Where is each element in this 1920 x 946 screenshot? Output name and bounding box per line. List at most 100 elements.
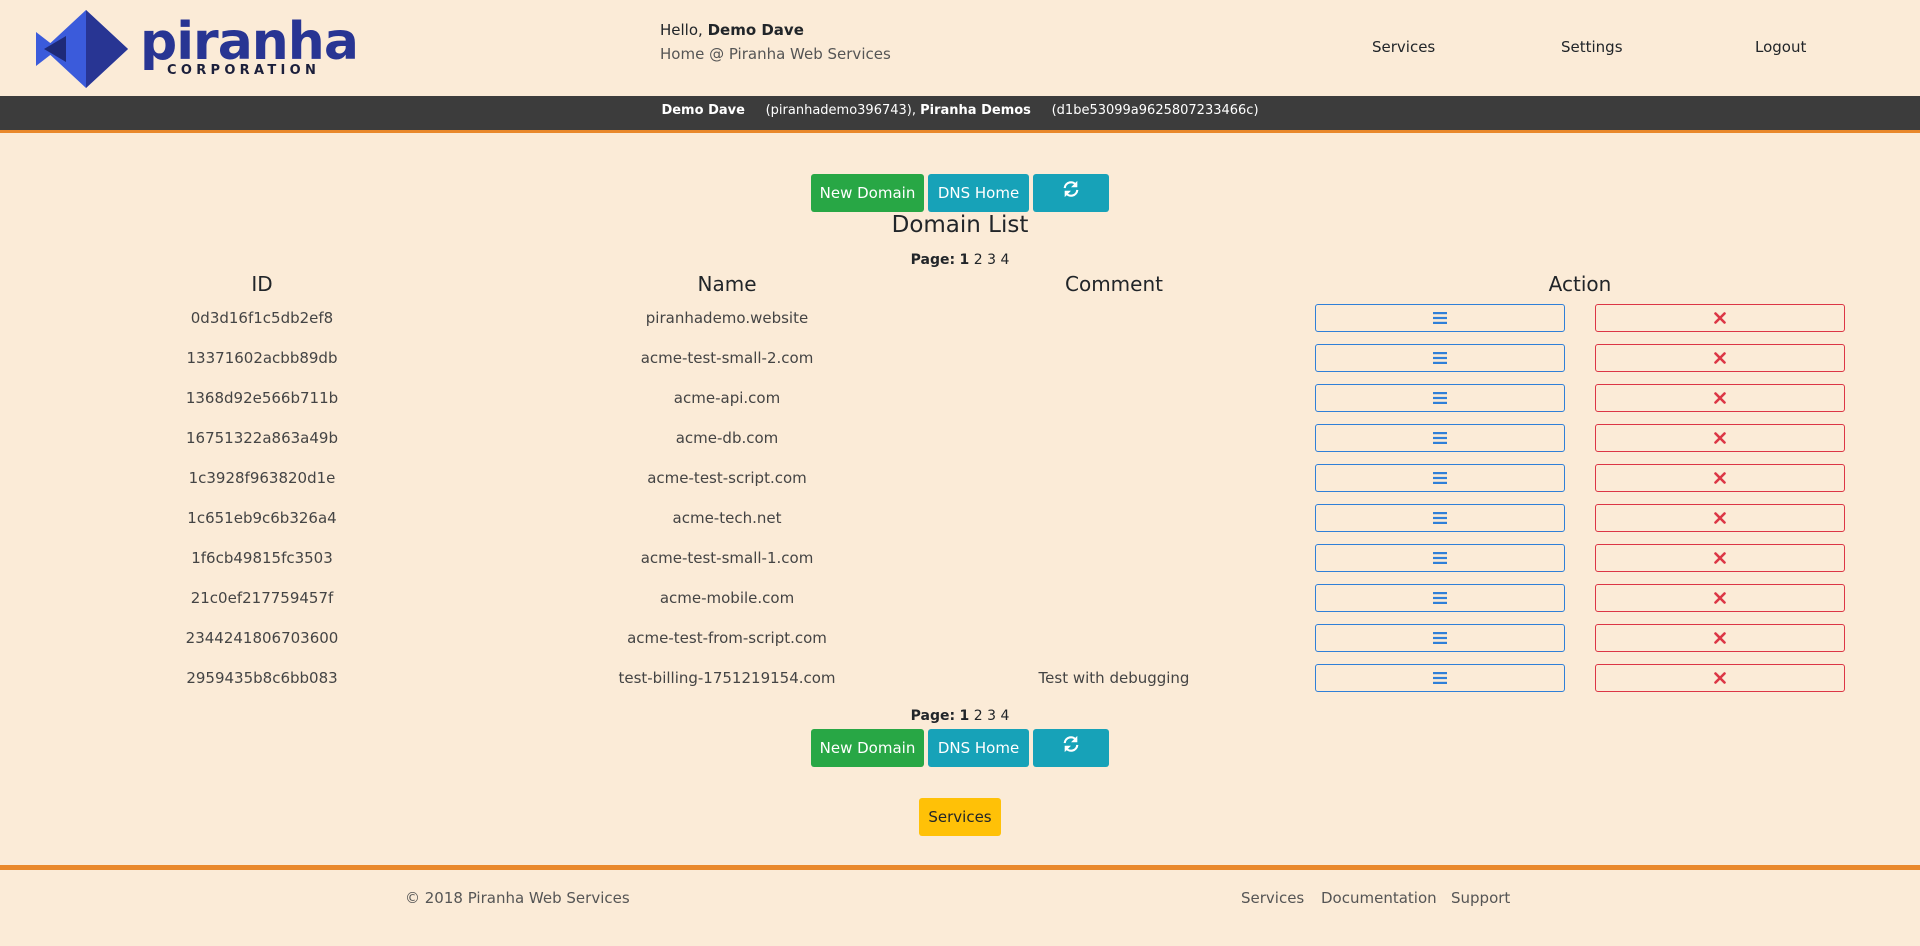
footer-link-services[interactable]: Services (1241, 889, 1304, 907)
pager-page-1[interactable]: 1 (960, 708, 970, 724)
cell-id: 1f6cb49815fc3503 (191, 549, 333, 567)
greeting: Hello, Demo Dave Home @ Piranha Web Serv… (660, 18, 891, 66)
view-domain-button[interactable] (1315, 504, 1565, 532)
cell-id: 1c651eb9c6b326a4 (187, 509, 337, 527)
close-icon (1714, 352, 1726, 364)
cell-id: 21c0ef217759457f (190, 589, 334, 607)
close-icon (1714, 392, 1726, 404)
account-user-id: (piranhademo396743), (765, 103, 916, 118)
cell-id: 0d3d16f1c5db2ef8 (190, 309, 334, 327)
menu-icon (1433, 392, 1447, 404)
view-domain-button[interactable] (1315, 344, 1565, 372)
header: piranha CORPORATION Hello, Demo Dave Hom… (0, 0, 1920, 96)
cell-name: test-billing-1751219154.com (618, 669, 836, 687)
pager-page-2[interactable]: 2 (974, 708, 983, 724)
cell-name: acme-tech.net (672, 509, 782, 527)
view-domain-button[interactable] (1315, 584, 1565, 612)
footer-link-documentation[interactable]: Documentation (1321, 889, 1437, 907)
close-icon (1714, 632, 1726, 644)
menu-icon (1433, 432, 1447, 444)
delete-domain-button[interactable] (1595, 664, 1845, 692)
new-domain-button-bottom[interactable]: New Domain (811, 729, 924, 767)
nav-logout[interactable]: Logout (1755, 38, 1806, 56)
account-bar: Demo Dave (piranhademo396743), Piranha D… (0, 96, 1920, 133)
pager-label: Page: (910, 252, 956, 268)
pager-top: Page: 1 2 3 4 (0, 252, 1920, 268)
refresh-icon (1063, 735, 1079, 753)
cell-id: 2344241806703600 (185, 629, 339, 647)
close-icon (1714, 592, 1726, 604)
cell-name: acme-test-small-1.com (640, 549, 814, 567)
cell-id: 13371602acbb89db (186, 349, 338, 367)
view-domain-button[interactable] (1315, 464, 1565, 492)
cell-name: acme-db.com (675, 429, 779, 447)
delete-domain-button[interactable] (1595, 624, 1845, 652)
logo-subtitle: CORPORATION (167, 63, 321, 78)
cell-name: acme-test-small-2.com (640, 349, 814, 367)
account-user: Demo Dave (661, 103, 745, 118)
close-icon (1714, 432, 1726, 444)
view-domain-button[interactable] (1315, 384, 1565, 412)
refresh-button[interactable] (1033, 174, 1109, 212)
nav-services[interactable]: Services (1372, 38, 1435, 56)
footer-link-support[interactable]: Support (1451, 889, 1510, 907)
delete-domain-button[interactable] (1595, 344, 1845, 372)
menu-icon (1433, 672, 1447, 684)
cell-id: 16751322a863a49b (186, 429, 338, 447)
cell-name: piranhademo.website (645, 309, 809, 327)
close-icon (1714, 672, 1726, 684)
menu-icon (1433, 552, 1447, 564)
menu-icon (1433, 472, 1447, 484)
pager-page-2[interactable]: 2 (974, 252, 983, 268)
delete-domain-button[interactable] (1595, 424, 1845, 452)
footer-copyright: © 2018 Piranha Web Services (405, 889, 630, 907)
delete-domain-button[interactable] (1595, 584, 1845, 612)
new-domain-button[interactable]: New Domain (811, 174, 924, 212)
column-header-action: Action (1548, 272, 1612, 296)
home-link[interactable]: Home @ Piranha Web Services (660, 42, 891, 66)
cell-name: acme-test-from-script.com (627, 629, 827, 647)
pager-page-4[interactable]: 4 (1000, 252, 1009, 268)
column-header-id: ID (251, 272, 273, 296)
delete-domain-button[interactable] (1595, 544, 1845, 572)
pager-page-3[interactable]: 3 (987, 708, 996, 724)
close-icon (1714, 552, 1726, 564)
pager-bottom: Page: 1 2 3 4 (0, 708, 1920, 724)
logo[interactable]: piranha CORPORATION (36, 10, 359, 88)
cell-comment: Test with debugging (1038, 669, 1190, 687)
dns-home-button-bottom[interactable]: DNS Home (928, 729, 1029, 767)
hello-prefix: Hello, (660, 21, 703, 39)
nav-settings[interactable]: Settings (1561, 38, 1623, 56)
services-button[interactable]: Services (919, 798, 1001, 836)
pager-label: Page: (910, 708, 956, 724)
menu-icon (1433, 592, 1447, 604)
dns-home-button[interactable]: DNS Home (928, 174, 1029, 212)
logo-wordmark: piranha (140, 12, 359, 72)
refresh-button-bottom[interactable] (1033, 729, 1109, 767)
pager-page-4[interactable]: 4 (1000, 708, 1009, 724)
view-domain-button[interactable] (1315, 624, 1565, 652)
delete-domain-button[interactable] (1595, 384, 1845, 412)
pager-page-3[interactable]: 3 (987, 252, 996, 268)
delete-domain-button[interactable] (1595, 304, 1845, 332)
delete-domain-button[interactable] (1595, 464, 1845, 492)
column-header-comment: Comment (1065, 272, 1163, 296)
cell-name: acme-test-script.com (647, 469, 807, 487)
menu-icon (1433, 512, 1447, 524)
view-domain-button[interactable] (1315, 304, 1565, 332)
pager-page-1[interactable]: 1 (960, 252, 970, 268)
cell-name: acme-api.com (673, 389, 781, 407)
cell-id: 1c3928f963820d1e (188, 469, 336, 487)
menu-icon (1433, 312, 1447, 324)
menu-icon (1433, 352, 1447, 364)
view-domain-button[interactable] (1315, 424, 1565, 452)
user-name: Demo Dave (707, 21, 804, 39)
cell-id: 2959435b8c6bb083 (186, 669, 338, 687)
view-domain-button[interactable] (1315, 664, 1565, 692)
close-icon (1714, 512, 1726, 524)
cell-id: 1368d92e566b711b (185, 389, 339, 407)
account-org-id: (d1be53099a9625807233466c) (1051, 103, 1259, 118)
cell-name: acme-mobile.com (659, 589, 795, 607)
delete-domain-button[interactable] (1595, 504, 1845, 532)
view-domain-button[interactable] (1315, 544, 1565, 572)
